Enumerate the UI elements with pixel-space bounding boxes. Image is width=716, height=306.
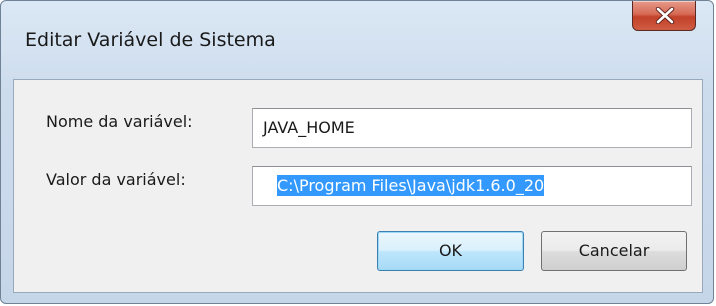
variable-value-selected-text: C:\Program Files\Java\jdk1.6.0_20 <box>277 175 545 196</box>
title-bar[interactable]: Editar Variável de Sistema <box>1 1 713 79</box>
dialog-window: Editar Variável de Sistema Nome da variá… <box>0 0 714 304</box>
close-icon <box>655 7 675 24</box>
variable-name-field[interactable]: JAVA_HOME <box>252 108 692 148</box>
ok-button[interactable]: OK <box>377 231 524 271</box>
variable-value-field[interactable]: C:\Program Files\Java\jdk1.6.0_20 <box>252 166 692 206</box>
value-label: Valor da variável: <box>46 170 186 189</box>
window-title: Editar Variável de Sistema <box>25 29 276 51</box>
close-button[interactable] <box>632 1 696 31</box>
variable-name-value: JAVA_HOME <box>263 118 355 137</box>
name-label: Nome da variável: <box>46 112 193 131</box>
cancel-button[interactable]: Cancelar <box>541 231 687 271</box>
dialog-body: Nome da variável: JAVA_HOME Valor da var… <box>13 79 703 293</box>
